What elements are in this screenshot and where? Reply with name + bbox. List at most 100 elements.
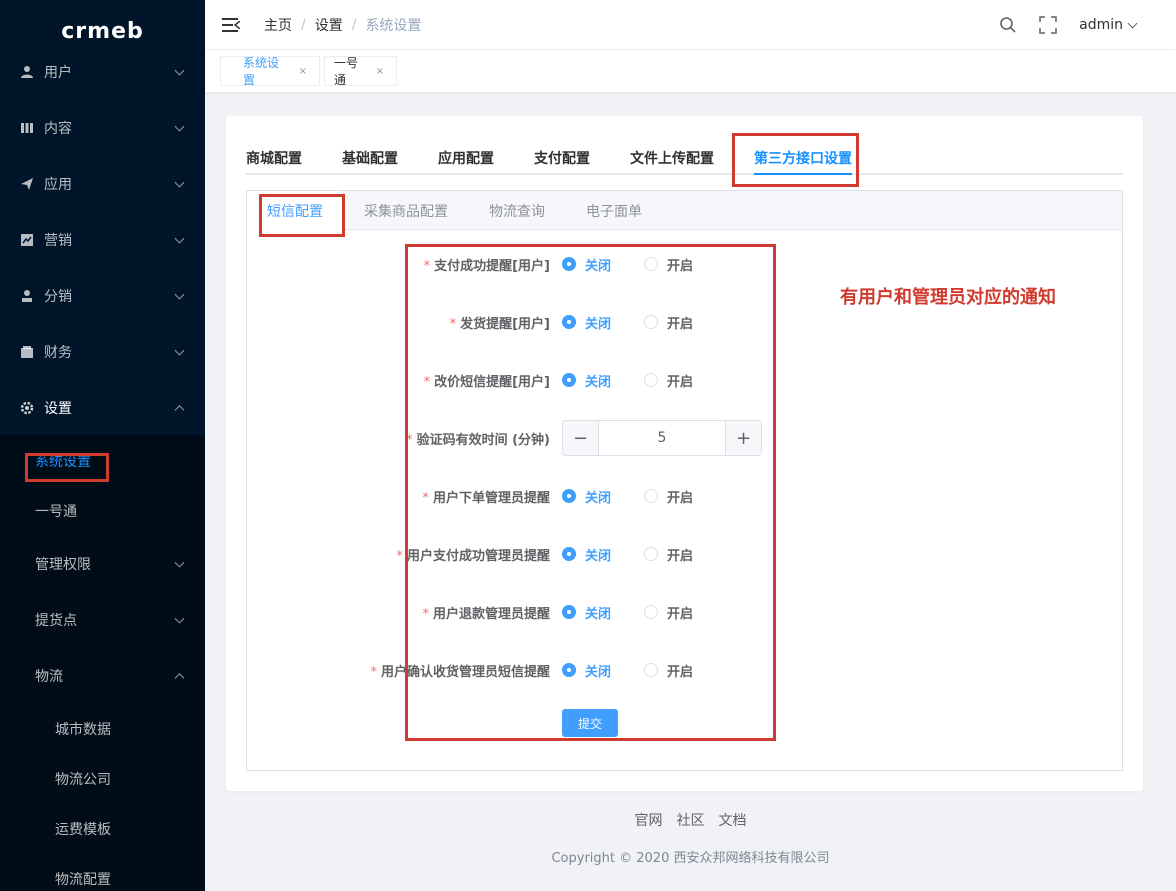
- radio-off[interactable]: 关闭: [562, 661, 611, 680]
- increment-button[interactable]: +: [725, 421, 761, 455]
- footer-link-docs[interactable]: 文档: [719, 810, 747, 830]
- close-icon[interactable]: ×: [376, 66, 384, 77]
- form-row: * 用户支付成功管理员提醒 关闭 开启: [247, 538, 1122, 570]
- sidebar-item-yihaotong[interactable]: 一号通: [0, 486, 205, 536]
- radio-on[interactable]: 开启: [644, 487, 693, 506]
- radio-circle: [562, 547, 576, 561]
- sidebar-item-label: 应用: [44, 177, 72, 193]
- radio-off[interactable]: 关闭: [562, 313, 611, 332]
- chart-icon: [20, 233, 34, 247]
- sidebar-item-pickup-points[interactable]: 提货点: [0, 595, 205, 645]
- sidebar-item-label: 管理权限: [35, 557, 91, 573]
- radio-off[interactable]: 关闭: [562, 545, 611, 564]
- content-icon: [20, 121, 34, 135]
- radio-circle: [644, 547, 658, 561]
- sidebar-item-logistics-config[interactable]: 物流配置: [0, 854, 205, 891]
- sidebar-item-system-settings[interactable]: 系统设置: [0, 436, 205, 486]
- tab-active-indicator: [754, 173, 852, 175]
- chevron-down-icon: [174, 289, 185, 300]
- sidebar-item-logistics-company[interactable]: 物流公司: [0, 754, 205, 804]
- radio-circle: [644, 257, 658, 271]
- sidebar-item-shipping-template[interactable]: 运费模板: [0, 804, 205, 854]
- chevron-down-icon[interactable]: [1127, 18, 1138, 28]
- tab-upload-config[interactable]: 文件上传配置: [630, 148, 714, 168]
- tag-yihaotong[interactable]: 一号通 ×: [324, 56, 397, 87]
- form-row: * 发货提醒[用户] 关闭 开启: [247, 306, 1122, 338]
- wallet-icon: [20, 345, 34, 359]
- fullscreen-icon[interactable]: [1039, 16, 1057, 34]
- top-header: 主页 / 设置 / 系统设置 admin: [205, 0, 1176, 50]
- tags-view: 系统设置 × 一号通 ×: [205, 50, 1176, 92]
- subtab-collect-goods[interactable]: 采集商品配置: [364, 191, 448, 230]
- code-expiry-stepper[interactable]: − 5 +: [562, 420, 762, 456]
- radio-on[interactable]: 开启: [644, 661, 693, 680]
- radio-on[interactable]: 开启: [644, 603, 693, 622]
- tag-system-settings[interactable]: 系统设置 ×: [220, 56, 320, 87]
- sidebar-item-logistics[interactable]: 物流: [0, 651, 205, 701]
- subtab-label: 短信配置: [267, 203, 323, 220]
- sidebar-item-distribution[interactable]: 分销: [0, 268, 205, 324]
- sub-tabs: 短信配置 采集商品配置 物流查询 电子面单: [247, 191, 1122, 230]
- sidebar-item-apps[interactable]: 应用: [0, 156, 205, 212]
- radio-circle: [644, 605, 658, 619]
- form-row: * 改价短信提醒[用户] 关闭 开启: [247, 364, 1122, 396]
- form-label: * 用户确认收货管理员短信提醒: [370, 664, 550, 680]
- close-icon[interactable]: ×: [299, 66, 307, 77]
- breadcrumb: 主页 / 设置 / 系统设置: [264, 15, 421, 35]
- form-row: * 用户下单管理员提醒 关闭 开启: [247, 480, 1122, 512]
- tab-app-config[interactable]: 应用配置: [438, 148, 494, 168]
- radio-on[interactable]: 开启: [644, 313, 693, 332]
- footer-links: 官网 社区 文档: [205, 810, 1176, 830]
- form-row: * 验证码有效时间 (分钟) − 5 +: [247, 420, 1122, 456]
- radio-off[interactable]: 关闭: [562, 255, 611, 274]
- chevron-up-icon: [174, 673, 185, 684]
- radio-circle: [562, 257, 576, 271]
- radio-circle: [562, 373, 576, 387]
- sidebar-item-marketing[interactable]: 营销: [0, 212, 205, 268]
- send-icon: [20, 177, 34, 191]
- subtab-sms-config[interactable]: 短信配置: [247, 191, 344, 230]
- decrement-button[interactable]: −: [563, 421, 599, 455]
- subtab-logistics-query[interactable]: 物流查询: [489, 191, 545, 230]
- tab-mall-config[interactable]: 商城配置: [246, 148, 302, 168]
- radio-off[interactable]: 关闭: [562, 371, 611, 390]
- user-menu[interactable]: admin: [1079, 17, 1123, 33]
- sidebar-item-permissions[interactable]: 管理权限: [0, 539, 205, 589]
- radio-off[interactable]: 关闭: [562, 487, 611, 506]
- stepper-value[interactable]: 5: [599, 421, 725, 455]
- sidebar: crmeb 用户 内容 应用 营销 分销 财务 设置 系统设置 一号通 管理权限…: [0, 0, 205, 891]
- chevron-down-icon: [174, 121, 185, 132]
- radio-off[interactable]: 关闭: [562, 603, 611, 622]
- chevron-up-icon: [174, 405, 185, 416]
- sidebar-item-label: 系统设置: [35, 454, 91, 470]
- sidebar-item-label: 一号通: [35, 504, 77, 520]
- chevron-down-icon: [174, 233, 185, 244]
- sidebar-item-users[interactable]: 用户: [0, 44, 205, 100]
- search-icon[interactable]: [999, 16, 1017, 34]
- tab-third-party-config[interactable]: 第三方接口设置: [754, 148, 852, 168]
- radio-circle: [562, 315, 576, 329]
- breadcrumb-settings[interactable]: 设置: [315, 15, 343, 35]
- sidebar-item-finance[interactable]: 财务: [0, 324, 205, 380]
- breadcrumb-home[interactable]: 主页: [264, 15, 292, 35]
- footer-link-website[interactable]: 官网: [635, 810, 663, 830]
- chevron-down-icon: [174, 345, 185, 356]
- footer-link-community[interactable]: 社区: [677, 810, 705, 830]
- sidebar-item-label: 城市数据: [55, 722, 111, 738]
- sidebar-item-settings[interactable]: 设置: [0, 380, 205, 436]
- sidebar-item-content[interactable]: 内容: [0, 100, 205, 156]
- sidebar-item-label: 设置: [44, 401, 72, 417]
- radio-on[interactable]: 开启: [644, 255, 693, 274]
- chevron-down-icon: [174, 613, 185, 624]
- submit-button[interactable]: 提交: [562, 709, 618, 737]
- radio-on[interactable]: 开启: [644, 371, 693, 390]
- sidebar-item-label: 物流公司: [55, 772, 111, 788]
- sms-config-panel: 短信配置 采集商品配置 物流查询 电子面单 * 支付成功提醒[用户] 关闭 开启 …: [246, 190, 1123, 771]
- sidebar-item-city-data[interactable]: 城市数据: [0, 704, 205, 754]
- tab-payment-config[interactable]: 支付配置: [534, 148, 590, 168]
- menu-toggle-icon[interactable]: [222, 17, 240, 32]
- sidebar-item-label: 运费模板: [55, 822, 111, 838]
- subtab-e-waybill[interactable]: 电子面单: [586, 191, 642, 230]
- tab-basic-config[interactable]: 基础配置: [342, 148, 398, 168]
- radio-on[interactable]: 开启: [644, 545, 693, 564]
